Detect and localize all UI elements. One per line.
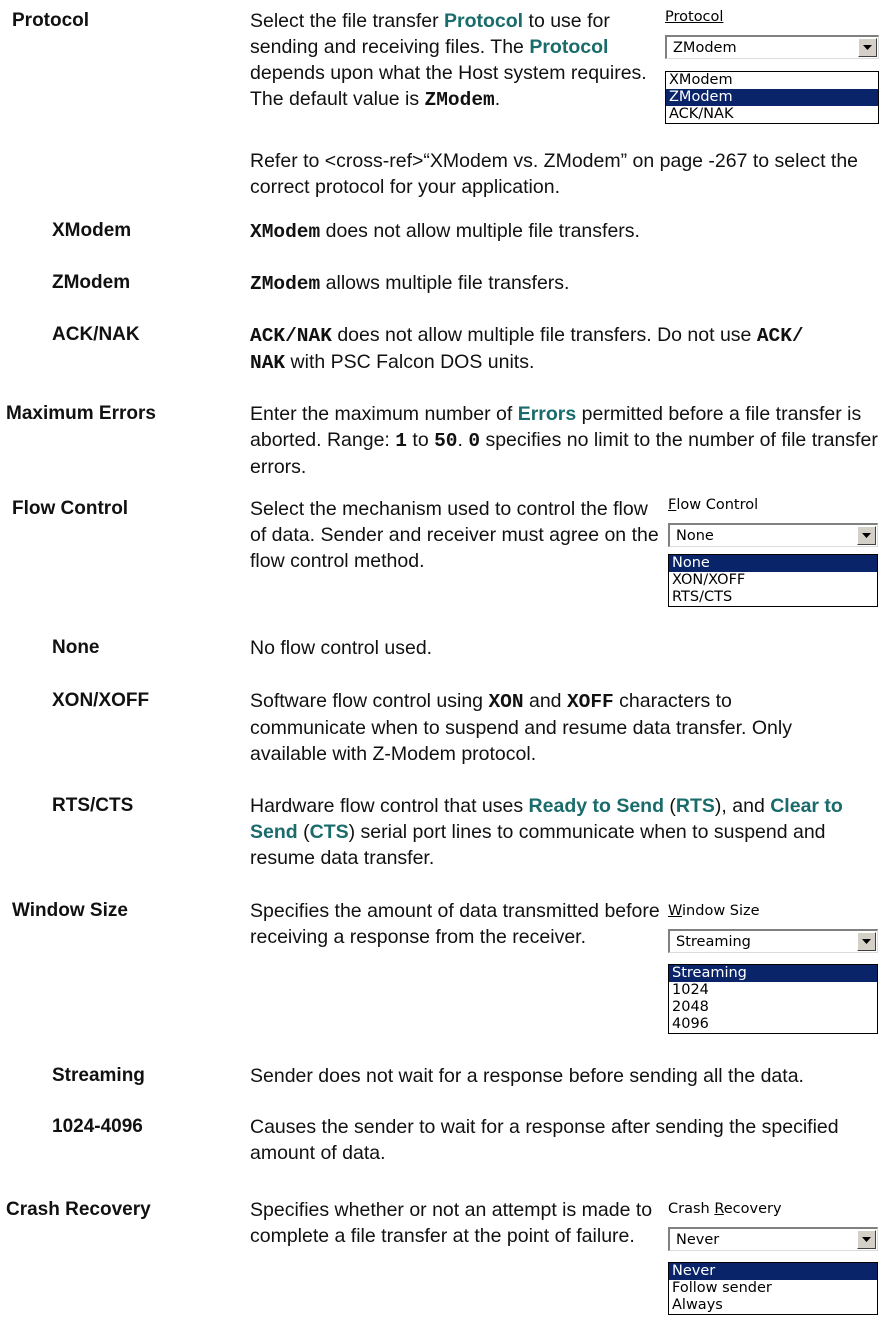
protocol-option-xmodem[interactable]: XModem <box>666 72 878 89</box>
flow-option-xonxoff[interactable]: XON/XOFF <box>669 572 877 589</box>
window-size-select[interactable]: Streaming <box>668 929 878 953</box>
flow-option-none[interactable]: None <box>669 555 877 572</box>
window-size-select-value: Streaming <box>676 934 751 950</box>
max-errors-description: Enter the maximum number of Errors permi… <box>250 403 878 478</box>
window-size-widget: Window Size Streaming Streaming 1024 204… <box>668 902 878 1052</box>
crash-recovery-dropdown-list: Never Follow sender Always <box>668 1262 878 1315</box>
sub-desc-rtscts: Hardware flow control that uses Ready to… <box>250 795 843 869</box>
window-option-4096[interactable]: 4096 <box>669 1016 877 1033</box>
flow-control-dropdown-list: None XON/XOFF RTS/CTS <box>668 554 878 607</box>
crash-recovery-widget: Crash Recovery Never Never Follow sender… <box>668 1200 880 1320</box>
crash-recovery-select[interactable]: Never <box>668 1227 878 1251</box>
sub-desc-1024-4096: Causes the sender to wait for a response… <box>250 1116 839 1164</box>
protocol-widget-label: Protocol <box>665 9 724 25</box>
window-size-term: Window Size <box>12 900 128 921</box>
protocol-select[interactable]: ZModem <box>665 35 879 59</box>
flow-option-rtscts[interactable]: RTS/CTS <box>669 589 877 606</box>
protocol-widget: Protocol ZModem XModem ZModem ACK/NAK <box>665 8 880 138</box>
sub-desc-zmodem: ZModem allows multiple file transfers. <box>250 272 570 295</box>
sub-term-none: None <box>52 637 100 658</box>
sub-term-1024-4096: 1024-4096 <box>52 1116 143 1137</box>
protocol-option-acknak[interactable]: ACK/NAK <box>666 106 878 123</box>
crash-recovery-description: Specifies whether or not an attempt is m… <box>250 1199 653 1247</box>
flow-control-widget-label: Flow Control <box>668 497 759 513</box>
crash-recovery-widget-label: Crash Recovery <box>668 1201 782 1217</box>
sub-desc-xonxoff: Software flow control using XON and XOFF… <box>250 690 792 765</box>
flow-control-term: Flow Control <box>12 498 129 519</box>
window-option-streaming[interactable]: Streaming <box>669 965 877 982</box>
sub-desc-none: No flow control used. <box>250 637 433 659</box>
window-size-description: Specifies the amount of data transmitted… <box>250 900 660 948</box>
sub-term-rtscts: RTS/CTS <box>52 795 134 816</box>
flow-control-select-value: None <box>676 528 714 544</box>
flow-control-widget: Flow Control None None XON/XOFF RTS/CTS <box>668 496 878 621</box>
flow-control-description: Select the mechanism used to control the… <box>250 498 659 572</box>
crash-recovery-select-value: Never <box>676 1232 720 1248</box>
crash-option-always[interactable]: Always <box>669 1297 877 1314</box>
sub-term-zmodem: ZModem <box>52 272 131 293</box>
crash-recovery-term: Crash Recovery <box>6 1199 151 1220</box>
crash-option-never[interactable]: Never <box>669 1263 877 1280</box>
window-size-widget-label: Window Size <box>668 903 760 919</box>
sub-term-acknak: ACK/NAK <box>52 324 140 345</box>
sub-term-streaming: Streaming <box>52 1065 145 1086</box>
chevron-down-icon[interactable] <box>857 932 876 951</box>
chevron-down-icon[interactable] <box>857 1230 876 1249</box>
sub-term-xonxoff: XON/XOFF <box>52 690 150 711</box>
max-errors-term: Maximum Errors <box>6 403 156 424</box>
flow-control-select[interactable]: None <box>668 523 878 547</box>
protocol-description: Select the file transfer Protocol to use… <box>250 10 647 111</box>
protocol-dropdown-list: XModem ZModem ACK/NAK <box>665 71 879 124</box>
window-option-2048[interactable]: 2048 <box>669 999 877 1016</box>
protocol-select-value: ZModem <box>673 40 737 56</box>
sub-desc-streaming: Sender does not wait for a response befo… <box>250 1065 804 1087</box>
window-size-dropdown-list: Streaming 1024 2048 4096 <box>668 964 878 1034</box>
chevron-down-icon[interactable] <box>857 526 876 545</box>
protocol-option-zmodem[interactable]: ZModem <box>666 89 878 106</box>
window-option-1024[interactable]: 1024 <box>669 982 877 999</box>
protocol-term: Protocol <box>12 10 90 31</box>
sub-term-xmodem: XModem <box>52 220 132 241</box>
crash-option-follow-sender[interactable]: Follow sender <box>669 1280 877 1297</box>
chevron-down-icon[interactable] <box>858 38 877 57</box>
sub-desc-acknak: ACK/NAK does not allow multiple file tra… <box>250 324 804 374</box>
protocol-xref: Refer to <cross-ref>“XModem vs. ZModem” … <box>250 150 859 198</box>
sub-desc-xmodem: XModem does not allow multiple file tran… <box>250 220 640 243</box>
